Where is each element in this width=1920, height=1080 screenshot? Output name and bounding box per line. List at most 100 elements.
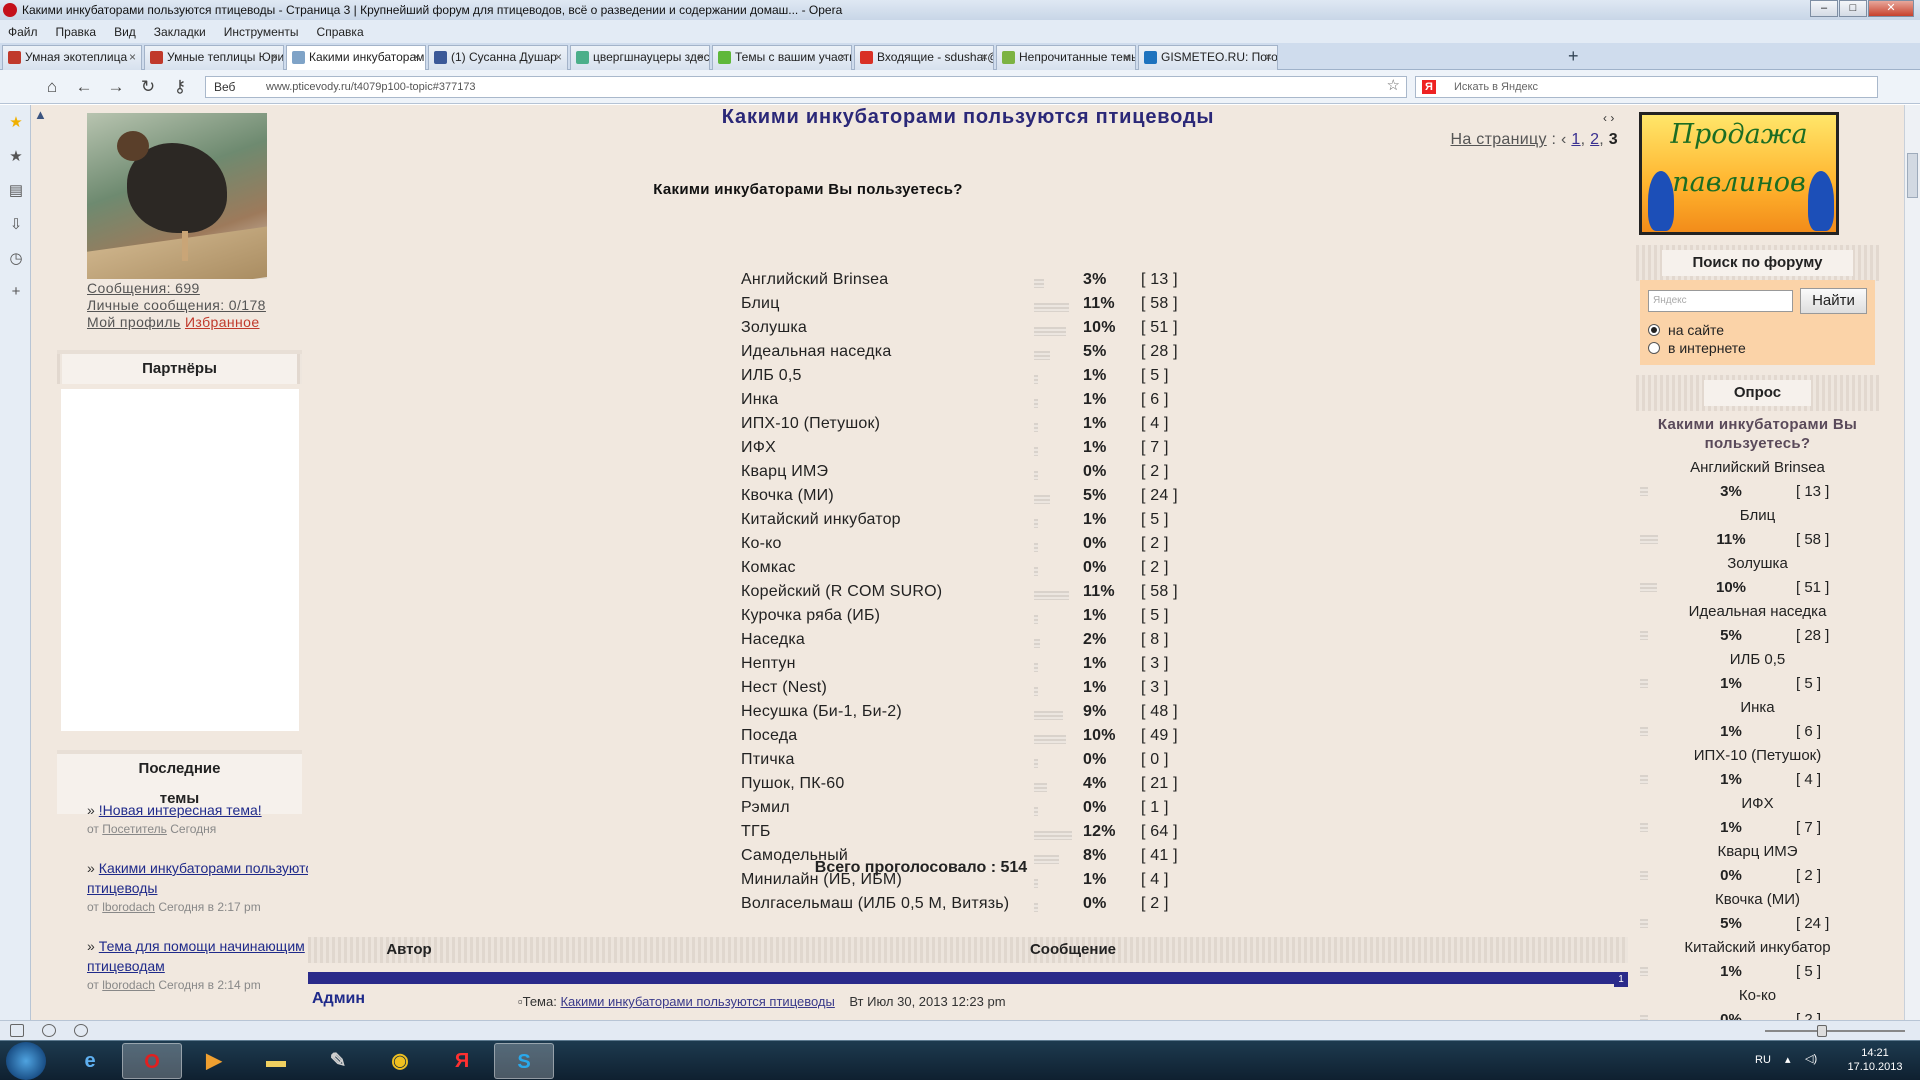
- post-number[interactable]: 1: [1614, 972, 1628, 987]
- latest-topic-link[interactable]: !Новая интересная тема!: [99, 802, 262, 818]
- messages-link[interactable]: Сообщения: 699: [87, 280, 267, 296]
- peacock-sale-banner[interactable]: Продажа павлинов: [1639, 112, 1839, 235]
- sidebar-poll-bar: [1640, 823, 1648, 832]
- page-link-2[interactable]: 2: [1590, 131, 1599, 148]
- minimize-icon[interactable]: –: [1810, 0, 1838, 17]
- poll-option-label: Наседка: [741, 631, 805, 648]
- poll-option-percent: 1%: [1083, 679, 1107, 696]
- new-tab-icon[interactable]: +: [1568, 46, 1579, 67]
- search-field[interactable]: Я Искать в Яндекс: [1415, 76, 1878, 98]
- paint-icon[interactable]: ✎: [308, 1043, 368, 1079]
- poll-option-row: Птичка 0% [ 0 ]: [741, 751, 1341, 775]
- bookmark-star-icon[interactable]: ☆: [1387, 76, 1400, 96]
- reload-icon[interactable]: ↻: [138, 77, 158, 97]
- close-window-icon[interactable]: ✕: [1868, 0, 1914, 17]
- start-button[interactable]: [6, 1042, 46, 1080]
- browser-tab[interactable]: Умные теплицы Юри... ×: [144, 45, 284, 70]
- menu-tools[interactable]: Инструменты: [224, 25, 299, 39]
- zoom-slider[interactable]: [1765, 1025, 1905, 1037]
- radio-site[interactable]: на сайте: [1648, 322, 1724, 338]
- browser-tab[interactable]: Умная экотеплица ×: [2, 45, 142, 70]
- menu-bookmarks[interactable]: Закладки: [154, 25, 206, 39]
- ie-icon[interactable]: e: [60, 1043, 120, 1079]
- menu-edit[interactable]: Правка: [56, 25, 97, 39]
- latest-topic-link[interactable]: Тема для помощи начинающим птицеводам: [87, 938, 305, 974]
- tab-close-icon[interactable]: ×: [1265, 46, 1272, 68]
- clock[interactable]: 14:21 17.10.2013: [1840, 1046, 1910, 1074]
- page-link-1[interactable]: 1: [1571, 131, 1580, 148]
- notes-icon[interactable]: ▤: [7, 181, 25, 199]
- menu-file[interactable]: Файл: [8, 25, 38, 39]
- radio-web[interactable]: в интернете: [1648, 340, 1746, 356]
- tab-close-icon[interactable]: ×: [271, 46, 278, 68]
- url-field[interactable]: Веб www.pticevody.ru/t4079p100-topic#377…: [205, 76, 1407, 98]
- zoom-slider-knob[interactable]: [1817, 1025, 1827, 1037]
- browser-tab[interactable]: GISMETEO.RU: Погода ...×: [1138, 45, 1278, 70]
- cloud-icon[interactable]: [42, 1024, 56, 1037]
- tab-close-icon[interactable]: ×: [697, 46, 704, 68]
- browser-tab[interactable]: цвергшнауцеры здесь...×: [570, 45, 710, 70]
- my-profile-link[interactable]: Мой профиль: [87, 314, 181, 330]
- favorites-link[interactable]: Избранное: [185, 314, 260, 330]
- poll-option-bar: [1034, 735, 1066, 744]
- volume-icon[interactable]: ◁): [1805, 1052, 1817, 1065]
- latest-topic-link[interactable]: Какими инкубаторами пользуются птицеводы: [87, 860, 320, 896]
- home-icon[interactable]: ⌂: [42, 77, 62, 97]
- menu-view[interactable]: Вид: [114, 25, 136, 39]
- tab-favicon-icon: [718, 51, 731, 64]
- author-link[interactable]: lborodach: [102, 978, 155, 992]
- skype-icon[interactable]: S: [494, 1043, 554, 1079]
- bookmarks-star-icon[interactable]: ★: [7, 147, 25, 165]
- browser-tab[interactable]: Входящие - sdushar@...×: [854, 45, 994, 70]
- browser-tab[interactable]: (1) Сусанна Душар ×: [428, 45, 568, 70]
- poll-option-row: Пушок, ПК-60 4% [ 21 ]: [741, 775, 1341, 799]
- yandex-browser-icon[interactable]: Я: [432, 1043, 492, 1079]
- pager-prev[interactable]: ‹: [1561, 131, 1567, 148]
- opera-icon[interactable]: O: [122, 1043, 182, 1079]
- chrome-icon[interactable]: ◉: [370, 1043, 430, 1079]
- author-link[interactable]: lborodach: [102, 900, 155, 914]
- add-panel-icon[interactable]: +: [7, 283, 25, 301]
- tab-close-icon[interactable]: ×: [555, 46, 562, 68]
- find-button[interactable]: Найти: [1800, 288, 1867, 314]
- poll-total: Всего проголосовало : 514: [814, 859, 1028, 876]
- scroll-up-icon[interactable]: ▲: [34, 107, 47, 122]
- key-icon[interactable]: ⚷: [170, 77, 190, 97]
- menu-help[interactable]: Справка: [317, 25, 364, 39]
- media-player-icon[interactable]: ▶: [184, 1043, 244, 1079]
- explorer-folder-icon[interactable]: ▬: [246, 1043, 306, 1079]
- post-author[interactable]: Админ: [312, 990, 365, 1008]
- scroll-thumb[interactable]: [1907, 153, 1918, 198]
- downloads-icon[interactable]: ⇩: [7, 215, 25, 233]
- avatar[interactable]: [87, 113, 267, 279]
- tab-label: Умная экотеплица: [25, 50, 128, 64]
- author-link[interactable]: Посетитель: [102, 822, 167, 836]
- post-topic-link[interactable]: Какими инкубаторами пользуются птицеводы: [560, 994, 834, 1009]
- tray-arrow-icon[interactable]: ▴: [1785, 1053, 1791, 1066]
- poll-option-bar: [1034, 279, 1044, 288]
- tab-close-icon[interactable]: ×: [839, 46, 846, 68]
- browser-tab-active[interactable]: Какими инкубаторам... ×: [286, 45, 426, 71]
- browser-tab[interactable]: Темы с вашим участи...×: [712, 45, 852, 70]
- poll-option-label: Английский Brinsea: [741, 271, 889, 288]
- tab-close-icon[interactable]: ×: [981, 46, 988, 68]
- language-indicator[interactable]: RU: [1755, 1054, 1771, 1066]
- turbo-icon[interactable]: [74, 1024, 88, 1037]
- private-messages-link[interactable]: Личные сообщения: 0/178: [87, 297, 267, 313]
- poll-option-bar: [1034, 447, 1038, 456]
- speed-dial-star-icon[interactable]: ★: [7, 113, 25, 131]
- forum-search-input[interactable]: Яндекс: [1648, 290, 1793, 312]
- tab-close-icon[interactable]: ×: [1123, 46, 1130, 68]
- sidebar-poll-bar: [1640, 727, 1648, 736]
- page-scrollbar[interactable]: [1904, 105, 1920, 1020]
- tab-close-icon[interactable]: ×: [413, 46, 420, 68]
- tab-close-icon[interactable]: ×: [129, 46, 136, 68]
- back-icon[interactable]: ←: [74, 77, 94, 97]
- poll-option-percent: 0%: [1083, 751, 1107, 768]
- panel-toggle-icon[interactable]: [10, 1024, 24, 1037]
- history-icon[interactable]: ◷: [7, 249, 25, 267]
- nav-arrows-icon[interactable]: ‹ ›: [1603, 111, 1614, 125]
- browser-tab[interactable]: Непрочитанные темы ×: [996, 45, 1136, 70]
- forward-icon[interactable]: →: [106, 77, 126, 97]
- maximize-icon[interactable]: □: [1839, 0, 1867, 17]
